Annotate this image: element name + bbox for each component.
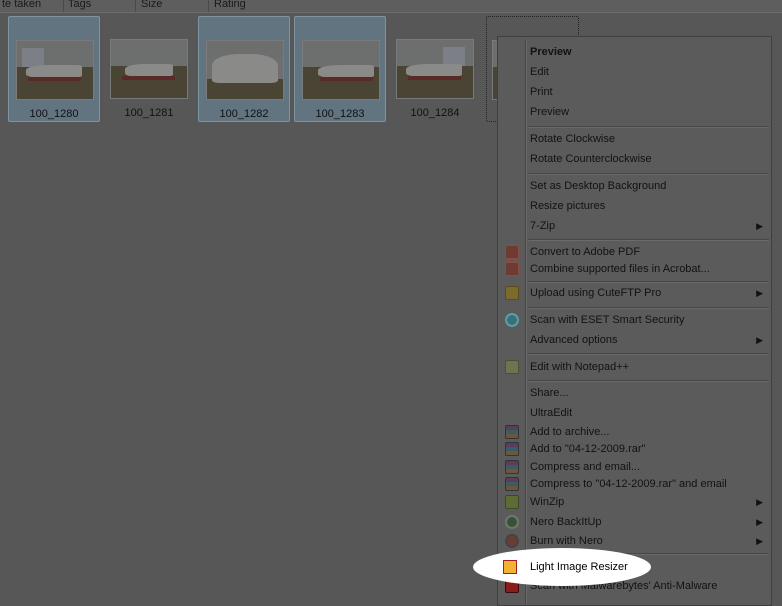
- context-menu: Preview Edit Print Preview Rotate Clockw…: [497, 36, 772, 606]
- menu-item-label: Edit: [530, 66, 549, 78]
- menu-item-add-to-archive[interactable]: Add to archive...: [498, 423, 771, 441]
- menu-item-label: Light Image Resizer: [530, 561, 628, 573]
- menu-item-rotate-clockwise[interactable]: Rotate Clockwise: [498, 130, 771, 148]
- winrar-icon: [505, 460, 519, 474]
- menu-item-label: WinZip: [530, 496, 565, 508]
- menu-separator: [528, 353, 769, 354]
- menu-item-label: Advanced options: [530, 334, 618, 346]
- menu-item-light-image-resizer[interactable]: Light Image Resizer: [503, 558, 628, 576]
- menu-item-label: Edit with Notepad++: [530, 361, 630, 373]
- submenu-arrow-icon: ▶: [756, 221, 763, 231]
- menu-item-combine-in-acrobat[interactable]: Combine supported files in Acrobat...: [498, 260, 771, 278]
- thumbnail-label: 100_1281: [124, 107, 174, 119]
- eset-icon: [505, 313, 519, 327]
- menu-item-label: Preview: [530, 46, 572, 58]
- thumbnail-image: [110, 39, 188, 99]
- menu-item-preview[interactable]: Preview: [498, 103, 771, 121]
- column-date-taken[interactable]: te taken: [0, 0, 64, 12]
- menu-item-label: Nero BackItUp: [530, 516, 602, 528]
- menu-item-winzip[interactable]: WinZip ▶: [498, 493, 771, 511]
- menu-item-label: Burn with Nero: [530, 535, 603, 547]
- thumbnail-image: [396, 39, 474, 99]
- column-tags[interactable]: Tags: [66, 0, 136, 12]
- thumbnail-label: 100_1283: [315, 108, 365, 120]
- menu-separator: [528, 173, 769, 174]
- winrar-icon: [505, 442, 519, 456]
- menu-separator: [528, 307, 769, 308]
- submenu-arrow-icon: ▶: [756, 497, 763, 507]
- menu-item-rotate-counterclockwise[interactable]: Rotate Counterclockwise: [498, 150, 771, 168]
- thumbnail-image: [206, 40, 284, 100]
- menu-item-label: Rotate Clockwise: [530, 133, 615, 145]
- menu-item-label: Share...: [530, 387, 569, 399]
- burn-icon: [505, 534, 519, 548]
- winrar-icon: [505, 425, 519, 439]
- column-size[interactable]: Size: [139, 0, 209, 12]
- submenu-arrow-icon: ▶: [756, 335, 763, 345]
- menu-item-label: Set as Desktop Background: [530, 180, 667, 192]
- thumbnail-item[interactable]: 100_1283: [294, 16, 386, 122]
- menu-item-compress-and-email[interactable]: Compress and email...: [498, 458, 771, 476]
- menu-item-convert-to-pdf[interactable]: Convert to Adobe PDF: [498, 243, 771, 261]
- menu-item-label: 7-Zip: [530, 220, 556, 232]
- thumbnail-item[interactable]: 100_1280: [8, 16, 100, 122]
- menu-item-edit-notepadpp[interactable]: Edit with Notepad++: [498, 358, 771, 376]
- menu-item-label: Add to "04-12-2009.rar": [530, 443, 646, 455]
- menu-separator: [528, 239, 769, 240]
- menu-item-label: UltraEdit: [530, 407, 573, 419]
- menu-item-preview-default[interactable]: Preview: [498, 43, 771, 61]
- menu-item-label: Compress to "04-12-2009.rar" and email: [530, 478, 727, 490]
- menu-item-resize-pictures[interactable]: Resize pictures: [498, 197, 771, 215]
- submenu-arrow-icon: ▶: [756, 517, 763, 527]
- menu-separator: [528, 281, 769, 282]
- menu-item-label: Scan with ESET Smart Security: [530, 314, 685, 326]
- menu-item-label: Resize pictures: [530, 200, 606, 212]
- menu-item-label: Preview: [530, 106, 570, 118]
- menu-item-scan-eset[interactable]: Scan with ESET Smart Security: [498, 311, 771, 329]
- menu-item-upload-cuteftp[interactable]: Upload using CuteFTP Pro ▶: [498, 284, 771, 302]
- menu-item-share[interactable]: Share...: [498, 384, 771, 402]
- menu-item-nero-backitup[interactable]: Nero BackItUp ▶: [498, 513, 771, 531]
- menu-item-advanced-options[interactable]: Advanced options ▶: [498, 331, 771, 349]
- submenu-arrow-icon: ▶: [756, 536, 763, 546]
- light-image-resizer-icon: [503, 560, 517, 574]
- menu-item-ultraedit[interactable]: UltraEdit: [498, 404, 771, 422]
- menu-item-label: Convert to Adobe PDF: [530, 246, 641, 258]
- thumbnail-item[interactable]: 100_1282: [198, 16, 290, 122]
- menu-item-7zip[interactable]: 7-Zip ▶: [498, 217, 771, 235]
- menu-item-add-to-rar[interactable]: Add to "04-12-2009.rar": [498, 440, 771, 458]
- winrar-icon: [505, 477, 519, 491]
- notepadpp-icon: [505, 360, 519, 374]
- pdf-icon: [505, 245, 519, 259]
- thumbnail-label: 100_1282: [219, 108, 269, 120]
- menu-item-burn-with-nero[interactable]: Burn with Nero ▶: [498, 532, 771, 550]
- menu-item-label: Combine supported files in Acrobat...: [530, 263, 710, 275]
- menu-separator: [528, 126, 769, 127]
- column-header-bar: te taken Tags Size Rating: [0, 0, 782, 13]
- menu-item-set-desktop-background[interactable]: Set as Desktop Background: [498, 177, 771, 195]
- thumbnail-item[interactable]: 100_1281: [103, 16, 195, 122]
- thumbnail-item[interactable]: 100_1284: [389, 16, 481, 122]
- thumbnail-image: [16, 40, 94, 100]
- menu-item-label: Add to archive...: [530, 426, 610, 438]
- thumbnail-image: [302, 40, 380, 100]
- cuteftp-icon: [505, 286, 519, 300]
- menu-item-label: Upload using CuteFTP Pro: [530, 287, 662, 299]
- winzip-icon: [505, 495, 519, 509]
- nero-icon: [505, 515, 519, 529]
- menu-item-label: Print: [530, 86, 553, 98]
- menu-item-compress-to-rar-and-email[interactable]: Compress to "04-12-2009.rar" and email: [498, 475, 771, 493]
- submenu-arrow-icon: ▶: [756, 288, 763, 298]
- menu-item-edit[interactable]: Edit: [498, 63, 771, 81]
- menu-separator: [528, 380, 769, 381]
- menu-item-label: Rotate Counterclockwise: [530, 153, 652, 165]
- thumbnail-label: 100_1284: [410, 107, 460, 119]
- pdf-combine-icon: [505, 262, 519, 276]
- column-rating[interactable]: Rating: [212, 0, 292, 12]
- menu-item-print[interactable]: Print: [498, 83, 771, 101]
- thumbnail-label: 100_1280: [29, 108, 79, 120]
- menu-item-label: Compress and email...: [530, 461, 641, 473]
